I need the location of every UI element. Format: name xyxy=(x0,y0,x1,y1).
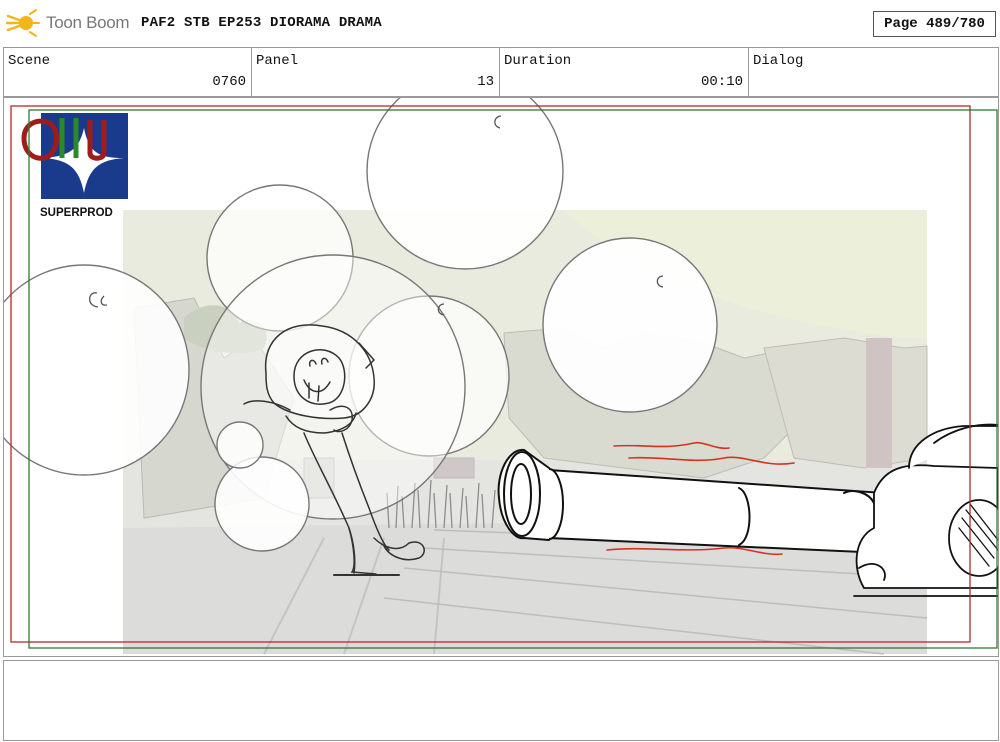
brand-name: Toon Boom xyxy=(46,13,130,32)
duration-label: Duration xyxy=(504,53,572,69)
document-title: PAF2 STB EP253 DIORAMA DRAMA xyxy=(141,15,382,31)
page-indicator[interactable]: Page 489/780 xyxy=(873,11,996,37)
scene-field[interactable]: Scene 0760 xyxy=(4,48,252,96)
storyboard-panel[interactable]: SUPERPROD xyxy=(3,97,999,657)
superprod-text: SUPERPROD xyxy=(40,207,113,219)
dialog-field[interactable]: Dialog xyxy=(749,48,998,96)
dialog-label: Dialog xyxy=(753,53,804,69)
header-bar: Toon Boom PAF2 STB EP253 DIORAMA DRAMA P… xyxy=(0,0,1000,46)
notes-box[interactable] xyxy=(3,660,999,741)
duration-field[interactable]: Duration 00:10 xyxy=(500,48,749,96)
scene-label: Scene xyxy=(8,53,51,69)
superprod-logo: SUPERPROD xyxy=(21,113,128,219)
panel-field[interactable]: Panel 13 xyxy=(252,48,500,96)
panel-value: 13 xyxy=(477,74,494,90)
duration-value: 00:10 xyxy=(700,74,743,90)
panel-info-row: Scene 0760 Panel 13 Duration 00:10 Dialo… xyxy=(3,47,999,97)
panel-drawing: SUPERPROD xyxy=(4,98,998,655)
scene-value: 0760 xyxy=(212,74,246,90)
toon-boom-logo-icon xyxy=(6,9,40,37)
panel-label: Panel xyxy=(256,53,299,69)
toon-boom-logo: Toon Boom xyxy=(6,8,130,38)
